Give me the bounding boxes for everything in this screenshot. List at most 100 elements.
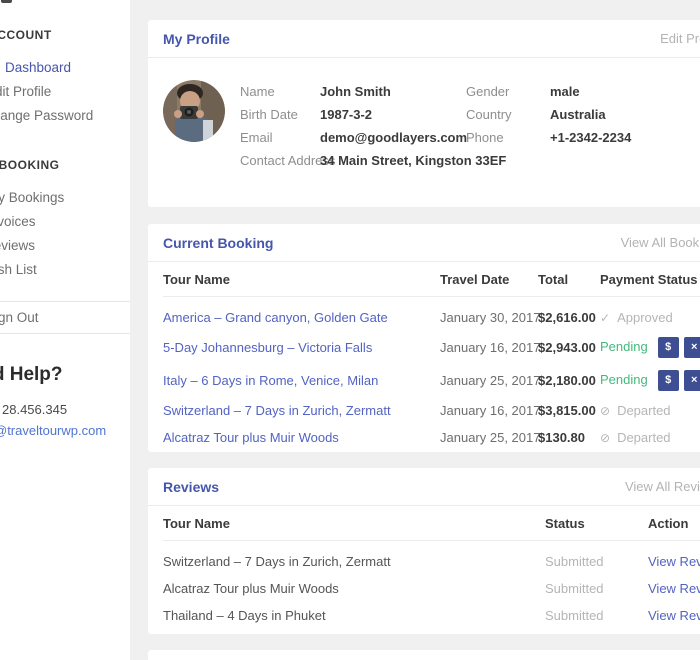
travel-date: January 25, 2017 (440, 424, 538, 451)
tour-link[interactable]: Alcatraz Tour plus Muir Woods (163, 430, 339, 445)
pay-button[interactable]: $ (658, 337, 679, 358)
pay-button[interactable]: $ (658, 370, 679, 391)
col-tour-name: Tour Name (163, 506, 545, 541)
reviews-header: Reviews View All Reviews (148, 468, 700, 506)
profile-card: My Profile Edit Profile (148, 20, 700, 207)
field-label-birth-date: Birth Date (240, 103, 320, 126)
field-label-country: Country (466, 103, 550, 126)
booking-row: Alcatraz Tour plus Muir Woods January 25… (163, 424, 700, 451)
dashboard-page: MY ACCOUNT Dashboard Edit Profile Change… (0, 0, 700, 660)
booking-row: Italy – 6 Days in Rome, Venice, Milan Ja… (163, 364, 700, 397)
view-all-bookings-link[interactable]: View All Bookings (621, 235, 700, 250)
sidebar-item-invoices[interactable]: Invoices (0, 210, 130, 234)
profile-card-header: My Profile Edit Profile (148, 20, 700, 58)
review-status: Submitted (545, 602, 648, 629)
review-row: Switzerland – 7 Days in Zurich, Zermatt … (163, 541, 700, 576)
booking-row: America – Grand canyon, Golden Gate Janu… (163, 297, 700, 332)
review-tour-name: Alcatraz Tour plus Muir Woods (163, 575, 545, 602)
booking-row: Switzerland – 7 Days in Zurich, Zermatt … (163, 397, 700, 424)
divider (0, 333, 130, 334)
sidebar-section-my-booking: MY BOOKING (0, 158, 130, 172)
sidebar-item-reviews[interactable]: Reviews (0, 234, 130, 258)
tour-link[interactable]: Italy – 6 Days in Rome, Venice, Milan (163, 373, 378, 388)
profile-body: Name John Smith Gender male Birth Date 1… (148, 58, 700, 172)
reviews-title: Reviews (163, 479, 219, 495)
booking-row: 5-Day Johannesburg – Victoria Falls Janu… (163, 331, 700, 364)
field-value-birth-date: 1987-3-2 (320, 103, 466, 126)
col-payment-status: Payment Status (600, 262, 700, 297)
sidebar-item-my-bookings[interactable]: My Bookings (0, 186, 130, 210)
help-phone: 28.456.345 (2, 402, 130, 417)
col-action: Action (648, 506, 700, 541)
dashboard-main: My Profile Edit Profile (148, 0, 700, 660)
field-label-name: Name (240, 80, 320, 103)
view-all-reviews-link[interactable]: View All Reviews (625, 479, 700, 494)
bookings-table: Tour Name Travel Date Total Payment Stat… (163, 262, 700, 451)
status-approved: Approved (617, 310, 673, 325)
reviews-header-row: Tour Name Status Action (163, 506, 700, 541)
bookings-header-row: Tour Name Travel Date Total Payment Stat… (163, 262, 700, 297)
avatar-image (163, 80, 225, 142)
booking-total: $2,180.00 (538, 364, 600, 397)
next-card-top-edge (148, 650, 700, 660)
sidebar-item-dashboard[interactable]: Dashboard (5, 56, 130, 80)
sidebar-item-wish-list[interactable]: Wish List (0, 258, 130, 282)
travel-date: January 16, 2017 (440, 331, 538, 364)
field-label-phone: Phone (466, 126, 550, 149)
status-departed: Departed (617, 430, 670, 445)
booking-total: $2,616.00 (538, 297, 600, 332)
current-booking-title: Current Booking (163, 235, 273, 251)
departed-icon: ⊘ (600, 431, 610, 445)
review-status: Submitted (545, 575, 648, 602)
status-pending: Pending (600, 339, 648, 354)
field-label-contact-address: Contact Address (240, 149, 320, 172)
booking-total: $130.80 (538, 424, 600, 451)
col-tour-name: Tour Name (163, 262, 440, 297)
tour-link[interactable]: 5-Day Johannesburg – Victoria Falls (163, 340, 372, 355)
review-tour-name: Thailand – 4 Days in Phuket (163, 602, 545, 629)
col-travel-date: Travel Date (440, 262, 538, 297)
sidebar-item-change-password[interactable]: Change Password (0, 104, 130, 128)
reviews-card: Reviews View All Reviews Tour Name Statu… (148, 468, 700, 634)
sign-out-link[interactable]: Sign Out (0, 302, 130, 333)
cancel-booking-button[interactable]: × (684, 337, 700, 358)
view-review-link[interactable]: View Review (648, 554, 700, 569)
current-booking-card: Current Booking View All Bookings Tour N… (148, 224, 700, 452)
profile-fields: Name John Smith Gender male Birth Date 1… (240, 80, 700, 172)
help-email-link[interactable]: @traveltourwp.com (0, 423, 130, 438)
review-row: Alcatraz Tour plus Muir Woods Submitted … (163, 575, 700, 602)
sidebar-item-edit-profile[interactable]: Edit Profile (0, 80, 130, 104)
booking-total: $2,943.00 (538, 331, 600, 364)
review-status: Submitted (545, 541, 648, 576)
booking-total: $3,815.00 (538, 397, 600, 424)
view-review-link[interactable]: View Review (648, 581, 700, 596)
travel-date: January 16, 2017 (440, 397, 538, 424)
field-value-name: John Smith (320, 80, 466, 103)
tour-link[interactable]: America – Grand canyon, Golden Gate (163, 310, 388, 325)
field-value-country: Australia (550, 103, 700, 126)
review-tour-name: Switzerland – 7 Days in Zurich, Zermatt (163, 541, 545, 576)
view-review-link[interactable]: View Review (648, 608, 700, 623)
status-departed: Departed (617, 403, 670, 418)
current-booking-header: Current Booking View All Bookings (148, 224, 700, 262)
col-status: Status (545, 506, 648, 541)
tour-link[interactable]: Switzerland – 7 Days in Zurich, Zermatt (163, 403, 391, 418)
cancel-booking-button[interactable]: × (684, 370, 700, 391)
account-nav: Dashboard Edit Profile Change Password (0, 56, 130, 128)
account-sidebar: MY ACCOUNT Dashboard Edit Profile Change… (0, 0, 130, 660)
departed-icon: ⊘ (600, 404, 610, 418)
profile-title: My Profile (163, 31, 230, 47)
field-value-phone: +1-2342-2234 (550, 126, 700, 149)
travel-date: January 30, 2017 (440, 297, 538, 332)
edit-profile-link[interactable]: Edit Profile (660, 31, 700, 46)
field-value-gender: male (550, 80, 700, 103)
clipped-edge-artifact (1, 0, 12, 3)
travel-date: January 25, 2017 (440, 364, 538, 397)
booking-nav: My Bookings Invoices Reviews Wish List (0, 186, 130, 282)
field-value-contact-address: 34 Main Street, Kingston 33EF (320, 149, 466, 172)
status-pending: Pending (600, 372, 648, 387)
avatar (163, 80, 225, 142)
reviews-table: Tour Name Status Action Switzerland – 7 … (163, 506, 700, 629)
check-icon: ✓ (600, 311, 610, 325)
col-total: Total (538, 262, 600, 297)
